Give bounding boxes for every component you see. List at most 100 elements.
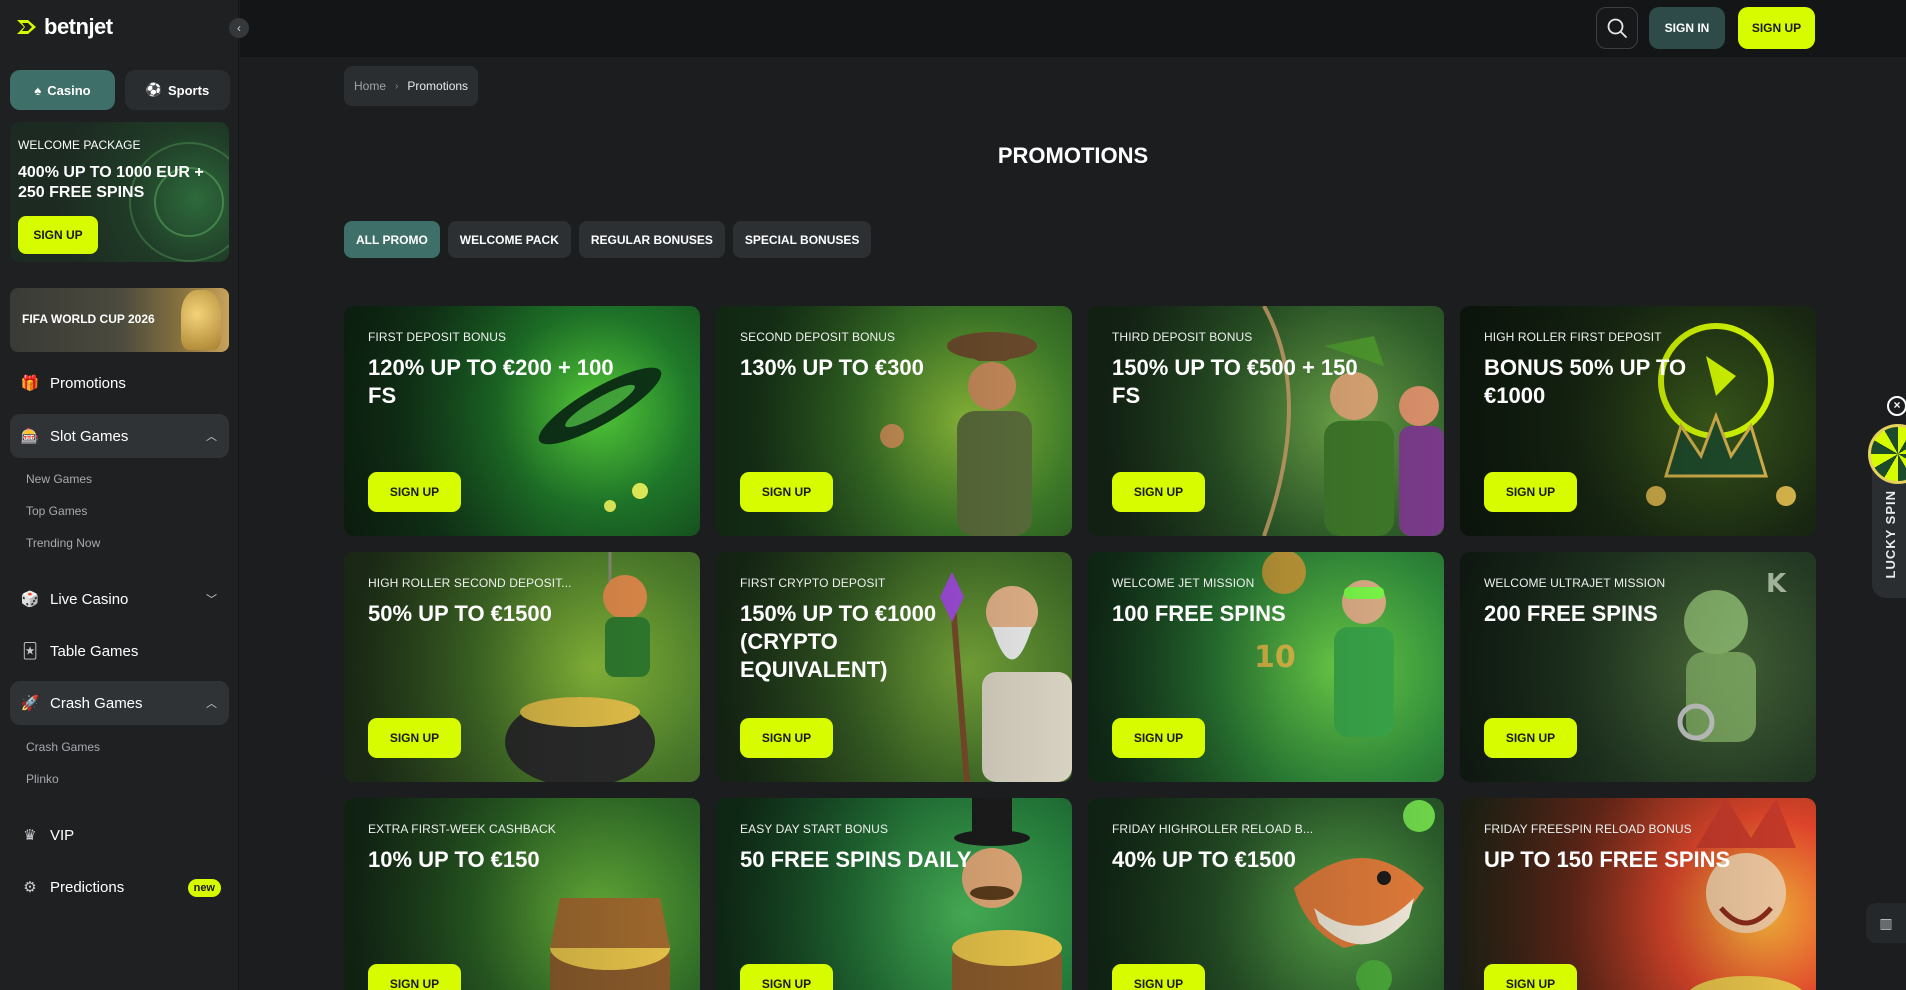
promo-signup-button[interactable]: SIGN UP — [368, 718, 461, 758]
promo-signup-button[interactable]: SIGN UP — [368, 472, 461, 512]
spade-icon: ♠ — [34, 82, 42, 98]
gear-icon: ⚙ — [23, 879, 37, 896]
sidebar-item-label: Crash Games — [50, 694, 143, 712]
welcome-signup-button[interactable]: SIGN UP — [18, 216, 98, 254]
chevron-left-icon: ‹ — [237, 21, 241, 35]
sidebar-item-label: Slot Games — [50, 427, 129, 445]
promo-title: 130% UP TO €300 — [740, 355, 924, 380]
fifa-world-cup-banner[interactable]: FIFA WORLD CUP 2026 — [10, 288, 229, 352]
sidebar-subitem-crash-games[interactable]: Crash Games — [26, 740, 100, 754]
breadcrumb-home[interactable]: Home — [354, 79, 386, 93]
chevron-down-icon: ﹀ — [206, 594, 217, 606]
logo-text: betnjet — [44, 14, 113, 39]
sidebar-subitem-new-games[interactable]: New Games — [26, 472, 92, 486]
casino-tab[interactable]: ♠ Casino — [10, 70, 115, 110]
promo-card[interactable]: EXTRA FIRST-WEEK CASHBACK 10% UP TO €150… — [344, 798, 700, 990]
gift-icon: 🎁 — [20, 375, 40, 392]
promo-label: EASY DAY START BONUS — [740, 822, 889, 836]
promo-card[interactable]: EASY DAY START BONUS 50 FREE SPINS DAILY… — [716, 798, 1072, 990]
slot-machine-icon: 🎰 — [20, 428, 40, 445]
sidebar-item-promotions[interactable]: 🎁 Promotions — [10, 361, 229, 405]
promo-signup-button[interactable]: SIGN UP — [740, 472, 833, 512]
promo-card[interactable]: 10 WELCOME JET MISSION 100 FREE SPINS SI… — [1088, 552, 1444, 782]
sports-tab-label: Sports — [168, 82, 210, 98]
lucky-spin-label: LUCKY SPIN — [1883, 490, 1898, 579]
sidebar-item-predictions[interactable]: ⚙ Predictions new — [10, 865, 229, 909]
soccer-ball-icon: ⚽ — [145, 82, 162, 97]
promo-title: 40% UP TO €1500 — [1112, 847, 1296, 872]
sidebar-item-label: Promotions — [50, 374, 126, 392]
bar-chart-icon: ▥ — [1879, 914, 1893, 931]
sidebar-subitem-plinko[interactable]: Plinko — [26, 772, 59, 786]
sidebar-subitem-top-games[interactable]: Top Games — [26, 504, 87, 518]
chevron-right-icon: › — [395, 80, 399, 92]
new-badge: new — [187, 879, 221, 897]
sports-tab[interactable]: ⚽ Sports — [125, 70, 230, 110]
search-button[interactable] — [1596, 7, 1638, 49]
filter-special-bonuses[interactable]: SPECIAL BONUSES — [732, 221, 872, 258]
promo-signup-button[interactable]: SIGN UP — [1112, 964, 1205, 990]
promo-card[interactable]: HIGH ROLLER FIRST DEPOSIT BONUS 50% UP T… — [1460, 306, 1816, 536]
promo-label: SECOND DEPOSIT BONUS — [740, 330, 896, 344]
promo-title: 50% UP TO €1500 — [368, 601, 552, 626]
promo-title: BONUS 50% UP TO €1000 — [1484, 355, 1687, 408]
promo-label: FIRST DEPOSIT BONUS — [368, 330, 507, 344]
promo-card[interactable]: K WELCOME ULTRAJET MISSION 200 FREE SPIN… — [1460, 552, 1816, 782]
sidebar-item-crash-games[interactable]: 🚀 Crash Games ︿ — [10, 681, 229, 725]
promo-label: FRIDAY HIGHROLLER RELOAD B... — [1112, 822, 1314, 836]
sidebar-item-slot-games[interactable]: 🎰 Slot Games ︿ — [10, 414, 229, 458]
promo-signup-button[interactable]: SIGN UP — [1484, 964, 1577, 990]
sign-up-button[interactable]: SIGN UP — [1738, 7, 1815, 49]
filter-regular-bonuses[interactable]: REGULAR BONUSES — [578, 221, 725, 258]
sidebar-item-label: Predictions — [50, 878, 125, 896]
promo-label: EXTRA FIRST-WEEK CASHBACK — [368, 822, 556, 836]
promo-card[interactable]: THIRD DEPOSIT BONUS 150% UP TO €500 + 15… — [1088, 306, 1444, 536]
promo-signup-button[interactable]: SIGN UP — [1484, 718, 1577, 758]
sidebar-item-vip[interactable]: ♛ VIP — [10, 813, 229, 857]
sidebar-item-label: VIP — [50, 826, 75, 844]
promo-card[interactable]: FIRST DEPOSIT BONUS 120% UP TO €200 + 10… — [344, 306, 700, 536]
promo-signup-button[interactable]: SIGN UP — [1484, 472, 1577, 512]
promo-title: 10% UP TO €150 — [368, 847, 540, 872]
mode-switch: ♠ Casino ⚽ Sports — [10, 70, 230, 110]
promo-card[interactable]: HIGH ROLLER SECOND DEPOSIT... 50% UP TO … — [344, 552, 700, 782]
cards-icon: 🃏 — [22, 643, 38, 660]
promo-grid: FIRST DEPOSIT BONUS 120% UP TO €200 + 10… — [344, 306, 1816, 990]
promo-signup-button[interactable]: SIGN UP — [1112, 718, 1205, 758]
promo-label: HIGH ROLLER FIRST DEPOSIT — [1484, 330, 1662, 344]
sidebar-subitem-trending-now[interactable]: Trending Now — [26, 536, 100, 550]
trophy-icon — [181, 290, 221, 350]
collapse-sidebar-button[interactable]: ‹ — [229, 18, 249, 38]
promo-signup-button[interactable]: SIGN UP — [740, 718, 833, 758]
promo-signup-button[interactable]: SIGN UP — [1112, 472, 1205, 512]
promo-label: WELCOME ULTRAJET MISSION — [1484, 576, 1666, 590]
sidebar-item-live-casino[interactable]: 🎲 Live Casino ﹀ — [10, 577, 229, 621]
promo-title: 200 FREE SPINS — [1484, 601, 1658, 626]
stats-button[interactable]: ▥ — [1866, 903, 1906, 943]
promo-card[interactable]: FRIDAY FREESPIN RELOAD BONUS UP TO 150 F… — [1460, 798, 1816, 990]
promo-card[interactable]: SECOND DEPOSIT BONUS 130% UP TO €300 SIG… — [716, 306, 1072, 536]
sign-in-button[interactable]: SIGN IN — [1649, 7, 1725, 49]
promo-label: FIRST CRYPTO DEPOSIT — [740, 576, 886, 590]
promo-title: 150% UP TO €500 + 150 FS — [1112, 355, 1358, 408]
promo-card[interactable]: FRIDAY HIGHROLLER RELOAD B... 40% UP TO … — [1088, 798, 1444, 990]
logo-icon — [17, 20, 36, 34]
chevron-up-icon: ︿ — [206, 698, 217, 710]
breadcrumb-current: Promotions — [407, 79, 469, 93]
breadcrumb: Home › Promotions — [344, 66, 479, 106]
close-icon[interactable]: × — [1887, 396, 1906, 416]
promo-title: 120% UP TO €200 + 100 FS — [368, 355, 614, 408]
chevron-up-icon: ︿ — [206, 431, 217, 443]
search-icon — [1607, 18, 1627, 38]
fifa-banner-title: FIFA WORLD CUP 2026 — [22, 312, 155, 326]
sidebar-item-table-games[interactable]: 🃏 Table Games — [10, 629, 229, 673]
sidebar-item-label: Live Casino — [50, 590, 129, 608]
promo-signup-button[interactable]: SIGN UP — [368, 964, 461, 990]
logo[interactable]: betnjet — [14, 14, 113, 40]
filter-welcome-pack[interactable]: WELCOME PACK — [447, 221, 571, 258]
promo-title: UP TO 150 FREE SPINS — [1484, 847, 1731, 872]
promo-card[interactable]: FIRST CRYPTO DEPOSIT 150% UP TO €1000 (C… — [716, 552, 1072, 782]
filter-all-promo[interactable]: ALL PROMO — [344, 221, 440, 258]
promo-title: 150% UP TO €1000 (CRYPTO EQUIVALENT) — [740, 601, 937, 682]
promo-signup-button[interactable]: SIGN UP — [740, 964, 833, 990]
